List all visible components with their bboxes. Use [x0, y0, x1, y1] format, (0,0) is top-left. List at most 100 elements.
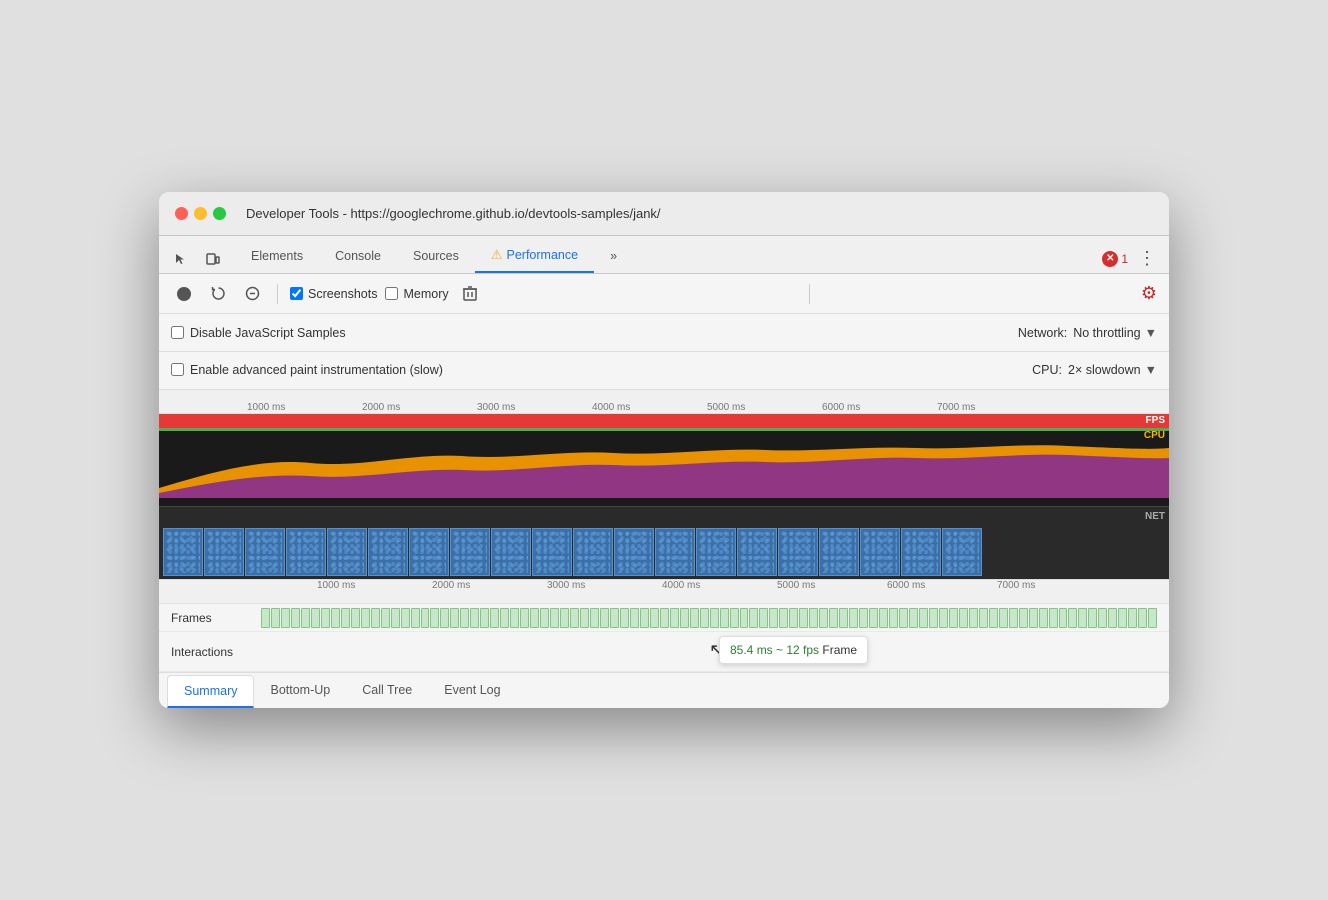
frame-block[interactable]: [480, 608, 489, 628]
screenshot-thumb[interactable]: [491, 528, 531, 576]
frame-block[interactable]: [580, 608, 589, 628]
frame-block[interactable]: [849, 608, 858, 628]
frame-block[interactable]: [829, 608, 838, 628]
frame-block[interactable]: [650, 608, 659, 628]
frame-block[interactable]: [321, 608, 330, 628]
frame-block[interactable]: [640, 608, 649, 628]
frame-block[interactable]: [939, 608, 948, 628]
frame-block[interactable]: [979, 608, 988, 628]
device-toolbar-button[interactable]: [199, 245, 227, 273]
frame-block[interactable]: [1098, 608, 1107, 628]
screenshot-thumb[interactable]: [819, 528, 859, 576]
memory-checkbox[interactable]: [385, 287, 398, 300]
screenshot-thumb[interactable]: [696, 528, 736, 576]
network-select[interactable]: No throttling ▼: [1073, 326, 1157, 340]
screenshots-checkbox[interactable]: [290, 287, 303, 300]
frame-block[interactable]: [1088, 608, 1097, 628]
memory-checkbox-label[interactable]: Memory: [385, 287, 448, 301]
frame-block[interactable]: [1118, 608, 1127, 628]
frame-block[interactable]: [680, 608, 689, 628]
screenshot-thumb[interactable]: [614, 528, 654, 576]
screenshot-thumb[interactable]: [368, 528, 408, 576]
record-button[interactable]: [171, 281, 197, 307]
frame-block[interactable]: [1128, 608, 1137, 628]
screenshot-thumb[interactable]: [860, 528, 900, 576]
frame-block[interactable]: [590, 608, 599, 628]
frame-block[interactable]: [819, 608, 828, 628]
frame-block[interactable]: [490, 608, 499, 628]
frame-block[interactable]: [989, 608, 998, 628]
more-options-button[interactable]: ⋮: [1134, 244, 1161, 273]
frame-block[interactable]: [759, 608, 768, 628]
frame-block[interactable]: [909, 608, 918, 628]
frame-block[interactable]: [769, 608, 778, 628]
frame-block[interactable]: [570, 608, 579, 628]
settings-button[interactable]: ⚙: [1141, 283, 1157, 304]
frame-block[interactable]: [600, 608, 609, 628]
frame-block[interactable]: [740, 608, 749, 628]
frame-block[interactable]: [1108, 608, 1117, 628]
frame-block[interactable]: [430, 608, 439, 628]
frame-block[interactable]: [999, 608, 1008, 628]
frame-block[interactable]: [301, 608, 310, 628]
close-button[interactable]: [175, 207, 188, 220]
frame-block[interactable]: [710, 608, 719, 628]
frame-block[interactable]: [361, 608, 370, 628]
frame-block[interactable]: [560, 608, 569, 628]
screenshot-thumb[interactable]: [573, 528, 613, 576]
enable-paint-checkbox[interactable]: [171, 363, 184, 376]
screenshot-thumb[interactable]: [778, 528, 818, 576]
tab-performance[interactable]: ⚠ Performance: [475, 239, 594, 273]
frame-block[interactable]: [1029, 608, 1038, 628]
frame-block[interactable]: [879, 608, 888, 628]
screenshot-thumb[interactable]: [163, 528, 203, 576]
screenshot-thumb[interactable]: [409, 528, 449, 576]
frame-block[interactable]: [540, 608, 549, 628]
tab-call-tree[interactable]: Call Tree: [346, 675, 428, 707]
screenshot-thumb[interactable]: [204, 528, 244, 576]
delete-profile-button[interactable]: [457, 281, 483, 307]
frame-block[interactable]: [510, 608, 519, 628]
screenshot-thumb[interactable]: [942, 528, 982, 576]
frame-block[interactable]: [450, 608, 459, 628]
frame-block[interactable]: [470, 608, 479, 628]
frame-block[interactable]: [261, 608, 270, 628]
frame-block[interactable]: [1059, 608, 1068, 628]
frame-block[interactable]: [809, 608, 818, 628]
clear-button[interactable]: [239, 281, 265, 307]
frame-block[interactable]: [859, 608, 868, 628]
frame-block[interactable]: [550, 608, 559, 628]
frame-block[interactable]: [869, 608, 878, 628]
frame-block[interactable]: [660, 608, 669, 628]
screenshot-thumb[interactable]: [737, 528, 777, 576]
frame-block[interactable]: [749, 608, 758, 628]
frame-block[interactable]: [1078, 608, 1087, 628]
screenshot-thumb[interactable]: [286, 528, 326, 576]
tab-more[interactable]: »: [594, 241, 633, 273]
frame-block[interactable]: [530, 608, 539, 628]
reload-record-button[interactable]: [205, 281, 231, 307]
screenshots-checkbox-label[interactable]: Screenshots: [290, 287, 377, 301]
frame-block[interactable]: [789, 608, 798, 628]
frame-block[interactable]: [779, 608, 788, 628]
frame-block[interactable]: [919, 608, 928, 628]
frame-block[interactable]: [1068, 608, 1077, 628]
frame-block[interactable]: [799, 608, 808, 628]
frame-block[interactable]: [1039, 608, 1048, 628]
frame-block[interactable]: [1009, 608, 1018, 628]
maximize-button[interactable]: [213, 207, 226, 220]
frame-block[interactable]: [381, 608, 390, 628]
frame-block[interactable]: [341, 608, 350, 628]
tab-elements[interactable]: Elements: [235, 241, 319, 273]
frames-track[interactable]: [259, 604, 1159, 631]
tab-bottom-up[interactable]: Bottom-Up: [254, 675, 346, 707]
frame-block[interactable]: [630, 608, 639, 628]
frame-block[interactable]: [500, 608, 509, 628]
frame-block[interactable]: [520, 608, 529, 628]
frame-block[interactable]: [401, 608, 410, 628]
frame-block[interactable]: [460, 608, 469, 628]
frame-block[interactable]: [620, 608, 629, 628]
frame-block[interactable]: [610, 608, 619, 628]
cpu-select[interactable]: 2× slowdown ▼: [1068, 363, 1157, 377]
frame-block[interactable]: [311, 608, 320, 628]
